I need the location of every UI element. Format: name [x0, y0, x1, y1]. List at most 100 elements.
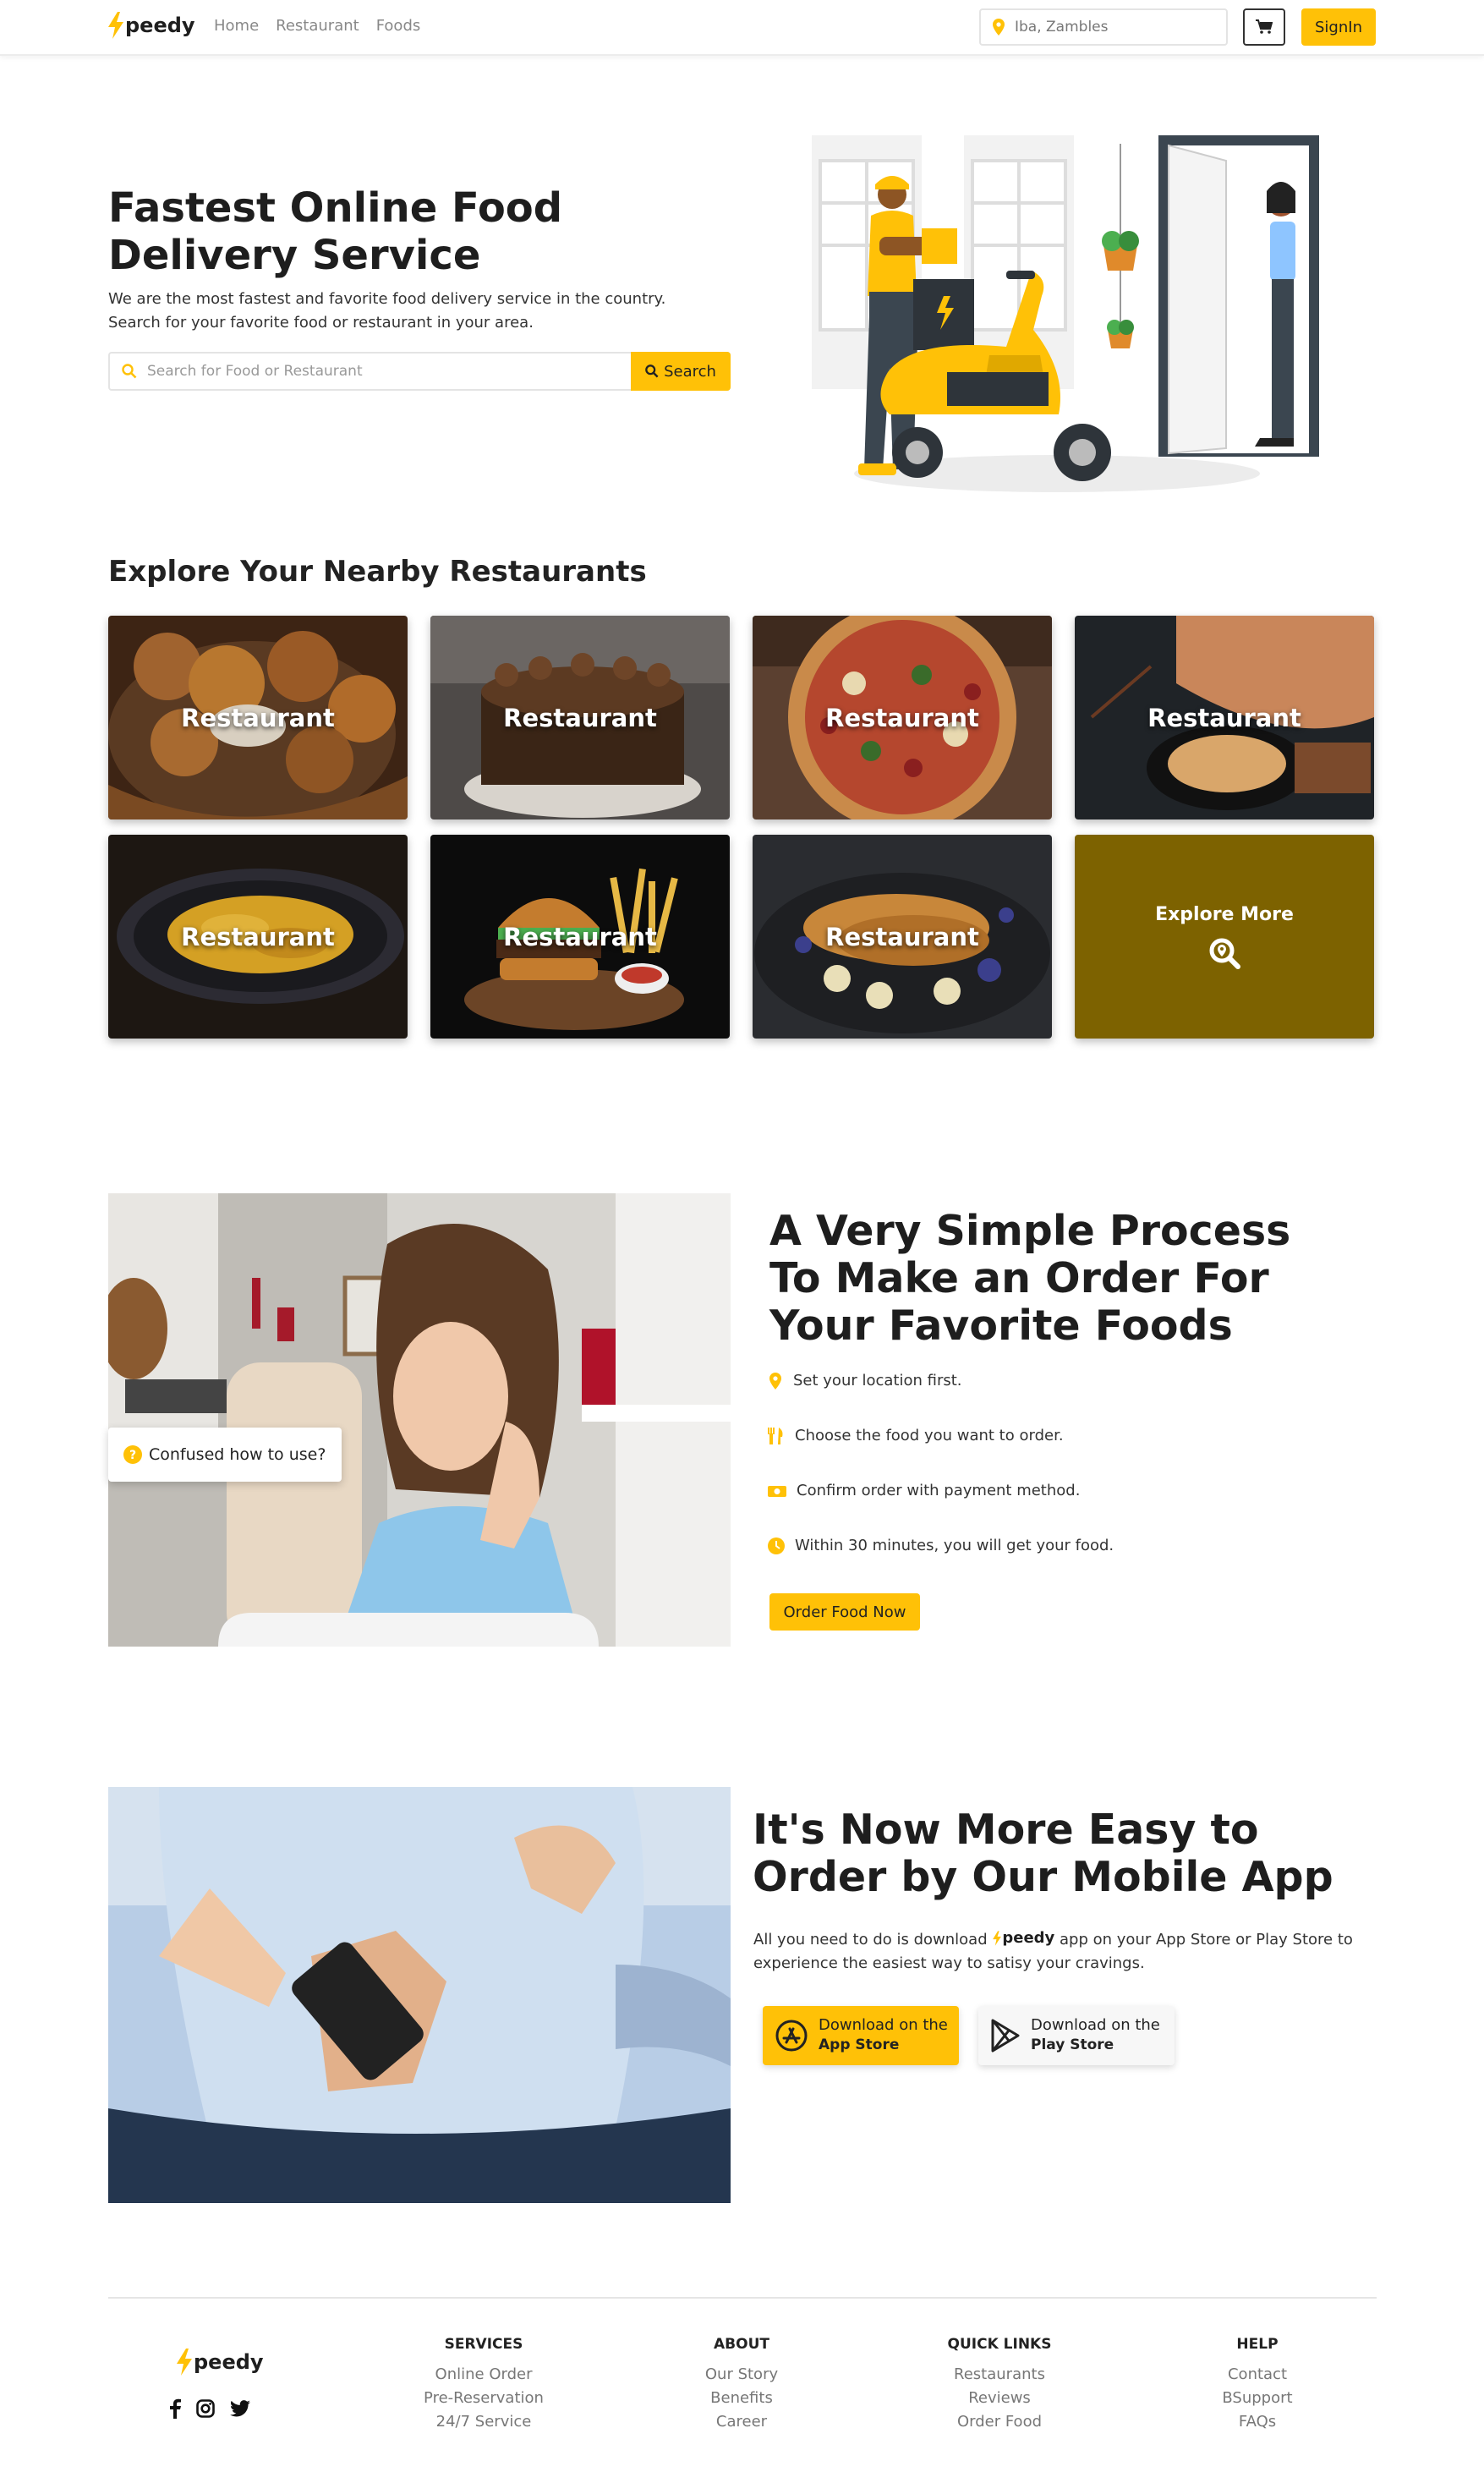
footer-link[interactable]: Benefits: [657, 2387, 826, 2410]
restaurant-card-noodles[interactable]: Restaurant: [1075, 616, 1374, 819]
footer-col-title: ABOUT: [714, 2336, 769, 2353]
footer-link[interactable]: BSupport: [1173, 2387, 1342, 2410]
app-store-button[interactable]: Download on the App Store: [763, 2006, 959, 2065]
play-store-button[interactable]: Download on the Play Store: [978, 2006, 1175, 2065]
bolt-icon: [107, 12, 125, 39]
search-icon: [122, 364, 137, 379]
footer-col-title: SERVICES: [444, 2336, 523, 2353]
cart-icon: [1256, 19, 1273, 34]
restaurant-card-label: Restaurant: [503, 703, 657, 732]
delivery-illustration: [812, 135, 1319, 492]
instagram-icon[interactable]: [196, 2399, 215, 2418]
search-button[interactable]: Search: [631, 352, 731, 391]
order-food-now-button[interactable]: Order Food Now: [769, 1593, 920, 1631]
hero-subtitle: We are the most fastest and favorite foo…: [108, 290, 666, 332]
svg-text:?: ?: [129, 1449, 136, 1462]
footer-col-quick-links: QUICK LINKS Restaurants Reviews Order Fo…: [915, 2336, 1084, 2434]
restaurant-card-label: Restaurant: [181, 922, 335, 951]
mobile-app-description: All you need to do is download peedy app…: [753, 1927, 1379, 1976]
search-location-icon: [1209, 938, 1240, 969]
twitter-icon[interactable]: [230, 2400, 250, 2417]
nav-link-foods[interactable]: Foods: [376, 17, 421, 35]
map-pin-icon: [993, 19, 1005, 36]
clock-icon: [768, 1537, 785, 1554]
nav-links: Home Restaurant Foods: [214, 17, 420, 35]
play-store-line1: Download on the: [1031, 2016, 1160, 2034]
restaurant-card-pizza[interactable]: Restaurant: [753, 616, 1052, 819]
footer-link[interactable]: Reviews: [915, 2387, 1084, 2410]
footer-col-title: HELP: [1236, 2336, 1279, 2353]
inline-brand-logo: peedy: [992, 1927, 1054, 1950]
mobile-app-title: It's Now More Easy to Order by Our Mobil…: [753, 1806, 1333, 1901]
question-icon: ?: [123, 1445, 142, 1464]
restaurant-card-label: Restaurant: [825, 703, 979, 732]
inline-brand-name: peedy: [1002, 1929, 1055, 1947]
step-delivery-time: Within 30 minutes, you will get your foo…: [768, 1537, 1114, 1554]
footer-link[interactable]: Our Story: [657, 2363, 826, 2387]
step-text: Choose the food you want to order.: [795, 1427, 1064, 1444]
nav-link-restaurant[interactable]: Restaurant: [276, 17, 359, 35]
footer-brand-logo[interactable]: peedy: [175, 2349, 264, 2376]
search-icon: [645, 364, 659, 378]
footer-col-title: QUICK LINKS: [947, 2336, 1052, 2353]
social-links: [169, 2398, 250, 2419]
search-button-label: Search: [664, 362, 716, 381]
signin-button[interactable]: SignIn: [1301, 8, 1376, 46]
footer-link[interactable]: Order Food: [915, 2410, 1084, 2434]
footer-link[interactable]: FAQs: [1173, 2410, 1342, 2434]
step-text: Within 30 minutes, you will get your foo…: [795, 1537, 1114, 1554]
app-desc-before: All you need to do is download: [753, 1931, 988, 1949]
restaurant-card-cake[interactable]: Restaurant: [430, 616, 730, 819]
footer-col-about: ABOUT Our Story Benefits Career: [657, 2336, 826, 2434]
restaurant-card-burger[interactable]: Restaurant: [430, 835, 730, 1039]
location-text: Iba, Zambles: [1015, 19, 1109, 36]
app-store-icon: [775, 2020, 808, 2052]
footer-link[interactable]: Contact: [1173, 2363, 1342, 2387]
confused-woman-photo: [108, 1193, 731, 1647]
footer-link[interactable]: Career: [657, 2410, 826, 2434]
restaurant-card-label: Restaurant: [181, 703, 335, 732]
restaurant-card-pasta[interactable]: Restaurant: [108, 835, 408, 1039]
hero-search-bar: Search: [108, 352, 731, 391]
confused-help-badge[interactable]: ? Confused how to use?: [108, 1428, 342, 1482]
step-text: Confirm order with payment method.: [797, 1482, 1081, 1499]
footer-link[interactable]: Restaurants: [915, 2363, 1084, 2387]
man-phone-photo: [108, 1787, 731, 2203]
location-selector[interactable]: Iba, Zambles: [979, 8, 1228, 46]
step-choose-food: Choose the food you want to order.: [768, 1427, 1064, 1444]
facebook-icon[interactable]: [169, 2398, 181, 2419]
restaurant-card-label: Restaurant: [503, 922, 657, 951]
brand-logo[interactable]: peedy: [107, 12, 195, 39]
explore-more-card[interactable]: Explore More: [1075, 835, 1374, 1039]
nearby-restaurants-title: Explore Your Nearby Restaurants: [108, 555, 647, 589]
cart-button[interactable]: [1243, 8, 1285, 46]
restaurant-grid: Restaurant Restaurant Restaurant Restaur…: [108, 616, 1377, 1039]
restaurant-card-fried-chicken[interactable]: Restaurant: [108, 616, 408, 819]
footer-brand-name: peedy: [194, 2350, 264, 2374]
footer-link[interactable]: Pre-Reservation: [399, 2387, 568, 2410]
search-input[interactable]: [147, 354, 631, 388]
restaurant-card-label: Restaurant: [1147, 703, 1301, 732]
app-store-line2: App Store: [819, 2036, 900, 2053]
brand-name: peedy: [125, 14, 195, 37]
step-set-location: Set your location first.: [768, 1372, 962, 1389]
bolt-icon: [175, 2349, 194, 2376]
footer-col-help: HELP Contact BSupport FAQs: [1173, 2336, 1342, 2434]
footer-link[interactable]: Online Order: [399, 2363, 568, 2387]
play-store-icon: [991, 2019, 1020, 2053]
step-confirm-payment: Confirm order with payment method.: [768, 1482, 1080, 1499]
step-text: Set your location first.: [793, 1372, 962, 1389]
money-icon: [768, 1485, 786, 1497]
top-navbar: peedy Home Restaurant Foods Iba, Zambles…: [0, 0, 1484, 56]
footer-col-services: SERVICES Online Order Pre-Reservation 24…: [399, 2336, 568, 2434]
hero-title: Fastest Online Food Delivery Service: [108, 184, 563, 279]
nav-link-home[interactable]: Home: [214, 17, 259, 35]
restaurant-card-pancakes[interactable]: Restaurant: [753, 835, 1052, 1039]
app-store-line1: Download on the: [819, 2016, 948, 2034]
footer-divider: [108, 2297, 1377, 2299]
footer-link[interactable]: 24/7 Service: [399, 2410, 568, 2434]
play-store-line2: Play Store: [1031, 2036, 1114, 2053]
confused-help-text: Confused how to use?: [149, 1445, 326, 1464]
explore-more-label: Explore More: [1155, 904, 1294, 925]
utensils-icon: [768, 1427, 783, 1444]
